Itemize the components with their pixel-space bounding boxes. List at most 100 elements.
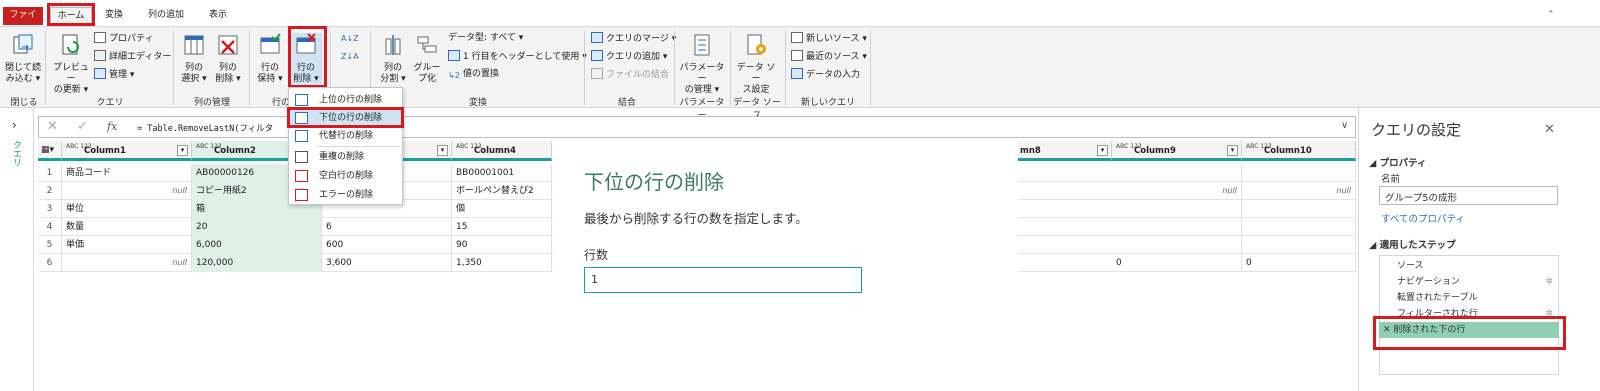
remove-rows-button[interactable]: 行の 削除 ▾ xyxy=(290,33,322,85)
table-menu-icon[interactable]: ▦▾ xyxy=(38,141,62,161)
cell-column10[interactable] xyxy=(1242,236,1356,254)
filter-dropdown-icon[interactable]: ▾ xyxy=(1227,145,1238,156)
cell-column1[interactable]: 商品コード xyxy=(62,164,192,182)
cell-column1[interactable]: 単位 xyxy=(62,200,192,218)
step-settings-icon[interactable]: ✲ xyxy=(1545,274,1553,290)
cell-column9[interactable]: 0 xyxy=(1112,254,1242,272)
applied-step[interactable]: フィルターされた行 ✲ xyxy=(1381,306,1557,322)
cell-column2[interactable]: 20 xyxy=(192,218,322,236)
row-number[interactable]: 3 xyxy=(38,200,62,218)
cell-column3[interactable]: 3,600 xyxy=(322,254,452,272)
applied-step[interactable]: ソース xyxy=(1381,258,1557,274)
cell-column1[interactable]: 数量 xyxy=(62,218,192,236)
column-header-4[interactable]: ABC 123 Column4 xyxy=(452,141,552,161)
query-name-input[interactable]: グループ5の成形 xyxy=(1379,186,1558,205)
filter-dropdown-icon[interactable]: ▾ xyxy=(177,145,188,156)
filter-dropdown-icon[interactable]: ▾ xyxy=(437,145,448,156)
row-number[interactable]: 5 xyxy=(38,236,62,254)
sort-descending-button[interactable]: Z↓A xyxy=(341,51,359,65)
cell-column10[interactable] xyxy=(1242,218,1356,236)
remove-errors-item[interactable]: エラーの削除 xyxy=(289,186,402,204)
cell-column9[interactable] xyxy=(1112,164,1242,182)
cell-column1[interactable]: null xyxy=(62,182,192,200)
use-first-row-as-headers-button[interactable]: 1 行目をヘッダーとして使用 ▾ xyxy=(448,50,587,64)
cell-column3[interactable]: 600 xyxy=(322,236,452,254)
cell-column10[interactable]: 0 xyxy=(1242,254,1356,272)
cell-column10[interactable] xyxy=(1242,200,1356,218)
row-number[interactable]: 2 xyxy=(38,182,62,200)
close-and-load-button[interactable]: 閉じて読 み込む ▾ xyxy=(4,33,42,85)
choose-columns-button[interactable]: 列の 選択 ▾ xyxy=(178,33,210,85)
all-properties-link[interactable]: すべてのプロパティ xyxy=(1381,211,1465,225)
replace-values-button[interactable]: ↳2 値の置換 xyxy=(448,68,499,82)
sort-ascending-button[interactable]: A↓Z xyxy=(341,33,359,47)
enter-data-button[interactable]: データの入力 xyxy=(791,68,860,82)
cell-column4[interactable]: 90 xyxy=(452,236,552,254)
cell-column2[interactable]: 6,000 xyxy=(192,236,322,254)
cancel-formula-icon[interactable]: ✕ xyxy=(47,119,58,134)
new-source-button[interactable]: 新しいソース ▾ xyxy=(791,32,867,46)
properties-button[interactable]: プロパティ xyxy=(94,32,153,46)
cell-column2[interactable]: 120,000 xyxy=(192,254,322,272)
column-header-10[interactable]: ABC 123 Column10 xyxy=(1242,141,1356,161)
tab-file[interactable]: ファイル xyxy=(3,7,43,37)
data-type-dropdown[interactable]: データ型: すべて ▾ xyxy=(448,32,523,46)
combine-files-button[interactable]: ファイルの結合 xyxy=(591,68,669,82)
expand-queries-icon[interactable]: › xyxy=(12,118,17,132)
cell-column9[interactable] xyxy=(1112,218,1242,236)
remove-alternate-rows-item[interactable]: 代替行の削除 xyxy=(289,127,402,145)
refresh-preview-button[interactable]: プレビュー の更新 ▾ xyxy=(51,33,91,96)
tab-home[interactable]: ホーム xyxy=(50,7,92,24)
cell-column10[interactable]: null xyxy=(1242,182,1356,200)
collapse-ribbon-icon[interactable]: ⌃ xyxy=(1543,7,1559,24)
delete-step-icon[interactable]: ✕ xyxy=(1383,325,1393,335)
cell-column9[interactable]: null xyxy=(1112,182,1242,200)
row-number[interactable]: 4 xyxy=(38,218,62,236)
column-header-9[interactable]: ABC 123 Column9 ▾ xyxy=(1112,141,1242,161)
expand-formula-icon[interactable]: ∨ xyxy=(1341,120,1348,131)
step-settings-icon[interactable]: ✲ xyxy=(1545,306,1553,322)
data-source-settings-button[interactable]: データ ソー ス設定 xyxy=(734,33,778,96)
cell-column9[interactable] xyxy=(1112,236,1242,254)
remove-columns-button[interactable]: 列の 削除 ▾ xyxy=(212,33,244,85)
tab-transform[interactable]: 変換 xyxy=(101,7,127,24)
close-settings-icon[interactable]: ✕ xyxy=(1544,122,1555,137)
keep-rows-button[interactable]: 行の 保持 ▾ xyxy=(254,33,286,85)
formula-input[interactable]: = Table.RemoveLastN(フィルタ xyxy=(137,122,273,134)
recent-sources-button[interactable]: 最近のソース ▾ xyxy=(791,50,867,64)
append-queries-button[interactable]: クエリの追加 ▾ xyxy=(591,50,667,64)
cell-column4[interactable]: 個 xyxy=(452,200,552,218)
remove-bottom-rows-item[interactable]: 下位の行の削除 xyxy=(289,109,402,127)
applied-step[interactable]: ✕ 削除された下の行 xyxy=(1379,322,1559,338)
column-header-1[interactable]: ABC 123 Column1 ▾ xyxy=(62,141,192,161)
applied-step[interactable]: ナビゲーション ✲ xyxy=(1381,274,1557,290)
cell-column4[interactable]: BB00001001 xyxy=(452,164,552,182)
cell-column4[interactable]: ボールペン替えぴ2 xyxy=(452,182,552,200)
tab-add-column[interactable]: 列の追加 xyxy=(144,7,188,24)
merge-queries-button[interactable]: クエリのマージ ▾ xyxy=(591,32,676,46)
applied-steps-header[interactable]: ◢ 適用したステップ xyxy=(1369,237,1456,251)
cell-column1[interactable]: null xyxy=(62,254,192,272)
filter-dropdown-icon[interactable]: ▾ xyxy=(1097,145,1108,156)
cell-column4[interactable]: 15 xyxy=(452,218,552,236)
group-by-button[interactable]: グルー プ化 xyxy=(412,33,442,85)
column-header-8[interactable]: mn8 ▾ xyxy=(1018,141,1112,161)
advanced-editor-button[interactable]: 詳細エディター xyxy=(94,50,171,64)
cell-column4[interactable]: 1,350 xyxy=(452,254,552,272)
cell-column9[interactable] xyxy=(1112,200,1242,218)
tab-view[interactable]: 表示 xyxy=(205,7,231,24)
cell-column1[interactable]: 単価 xyxy=(62,236,192,254)
cell-column3[interactable]: 6 xyxy=(322,218,452,236)
split-column-button[interactable]: 列の 分割 ▾ xyxy=(378,33,408,85)
manage-parameters-button[interactable]: パラメーター の管理 ▾ xyxy=(677,33,727,96)
cell-column10[interactable] xyxy=(1242,164,1356,182)
properties-header[interactable]: ◢ プロパティ xyxy=(1369,155,1427,169)
rows-count-input[interactable]: 1 xyxy=(584,267,862,293)
remove-blank-rows-item[interactable]: 空白行の削除 xyxy=(289,167,402,185)
remove-top-rows-item[interactable]: 上位の行の削除 xyxy=(289,91,402,109)
row-number[interactable]: 1 xyxy=(38,164,62,182)
row-number[interactable]: 6 xyxy=(38,254,62,272)
manage-button[interactable]: 管理 ▾ xyxy=(94,68,134,82)
remove-duplicates-item[interactable]: 重複の削除 xyxy=(289,148,402,166)
confirm-formula-icon[interactable]: ✓ xyxy=(77,119,88,134)
